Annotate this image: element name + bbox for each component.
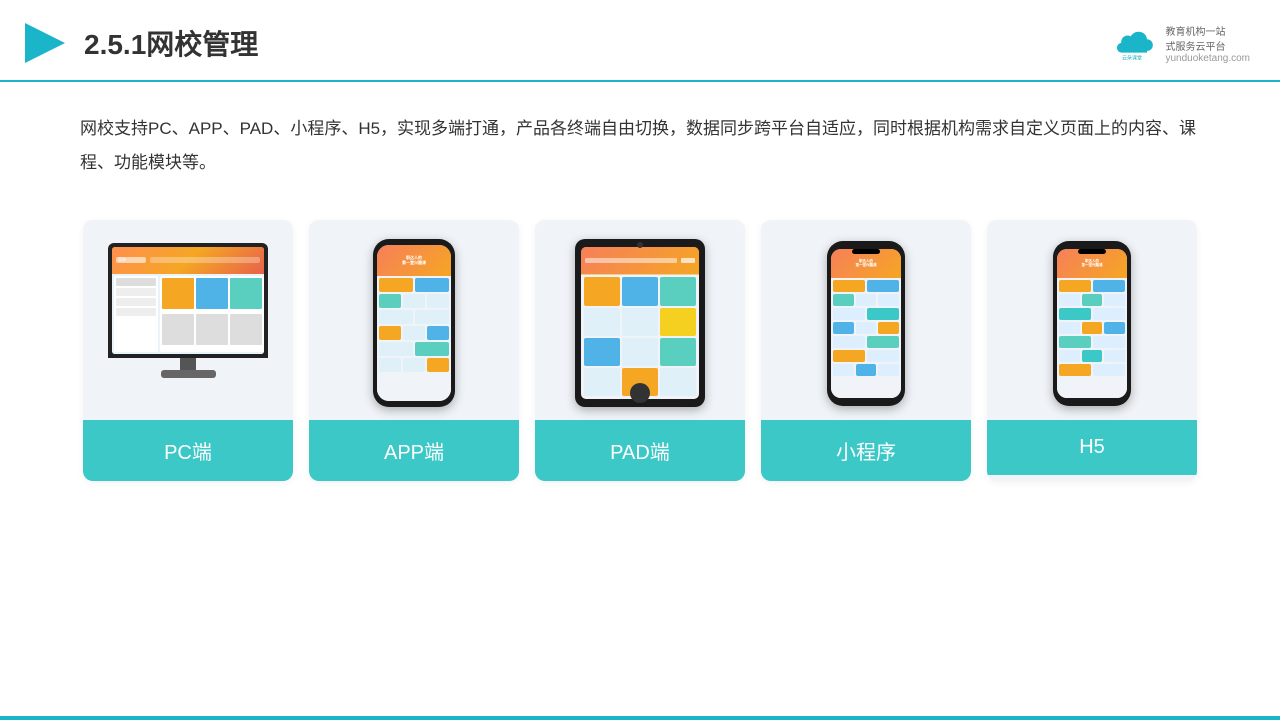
card-h5: 职达人的第一堂兴趣课 (987, 220, 1197, 481)
card-pc: 菜单 (83, 220, 293, 481)
card-app-label: APP端 (309, 420, 519, 481)
play-icon (20, 18, 70, 68)
bottom-accent-line (0, 716, 1280, 720)
card-mini-program-image: 职达人的第一堂兴趣课 (761, 220, 971, 420)
phone-mockup: 职达人的第一堂兴趣课 (373, 239, 455, 407)
card-pad-image (535, 220, 745, 420)
description-text: 网校支持PC、APP、PAD、小程序、H5，实现多端打通，产品各终端自由切换，数… (0, 82, 1280, 190)
page-header: 2.5.1网校管理 云朵课堂 教育机构一站 式服务云平台 yunduoketan… (0, 0, 1280, 82)
card-pad-label: PAD端 (535, 420, 745, 481)
svg-text:云朵课堂: 云朵课堂 (1122, 54, 1142, 61)
device-cards-container: 菜单 (0, 200, 1280, 501)
pc-monitor-mockup: 菜单 (103, 243, 273, 403)
card-mini-program-label: 小程序 (761, 420, 971, 481)
logo-tagline: 教育机构一站 (1165, 23, 1225, 38)
ipad-mockup (575, 239, 705, 407)
card-h5-image: 职达人的第一堂兴趣课 (987, 220, 1197, 420)
card-h5-label: H5 (987, 420, 1197, 475)
logo-tagline2: 式服务云平台 (1165, 38, 1225, 53)
page-title: 2.5.1网校管理 (84, 23, 258, 63)
mini-phone-mockup-1: 职达人的第一堂兴趣课 (827, 241, 905, 406)
card-mini-program: 职达人的第一堂兴趣课 (761, 220, 971, 481)
card-pad: PAD端 (535, 220, 745, 481)
logo-text-area: 教育机构一站 式服务云平台 yunduoketang.com (1165, 23, 1250, 64)
brand-logo: 云朵课堂 教育机构一站 式服务云平台 yunduoketang.com (1107, 23, 1250, 64)
card-app-image: 职达人的第一堂兴趣课 (309, 220, 519, 420)
card-pc-image: 菜单 (83, 220, 293, 420)
cloud-logo-icon: 云朵课堂 (1107, 23, 1157, 63)
card-app: 职达人的第一堂兴趣课 (309, 220, 519, 481)
header-left: 2.5.1网校管理 (20, 18, 258, 68)
card-pc-label: PC端 (83, 420, 293, 481)
logo-url: yunduoketang.com (1165, 53, 1250, 64)
mini-phone-mockup-2: 职达人的第一堂兴趣课 (1053, 241, 1131, 406)
